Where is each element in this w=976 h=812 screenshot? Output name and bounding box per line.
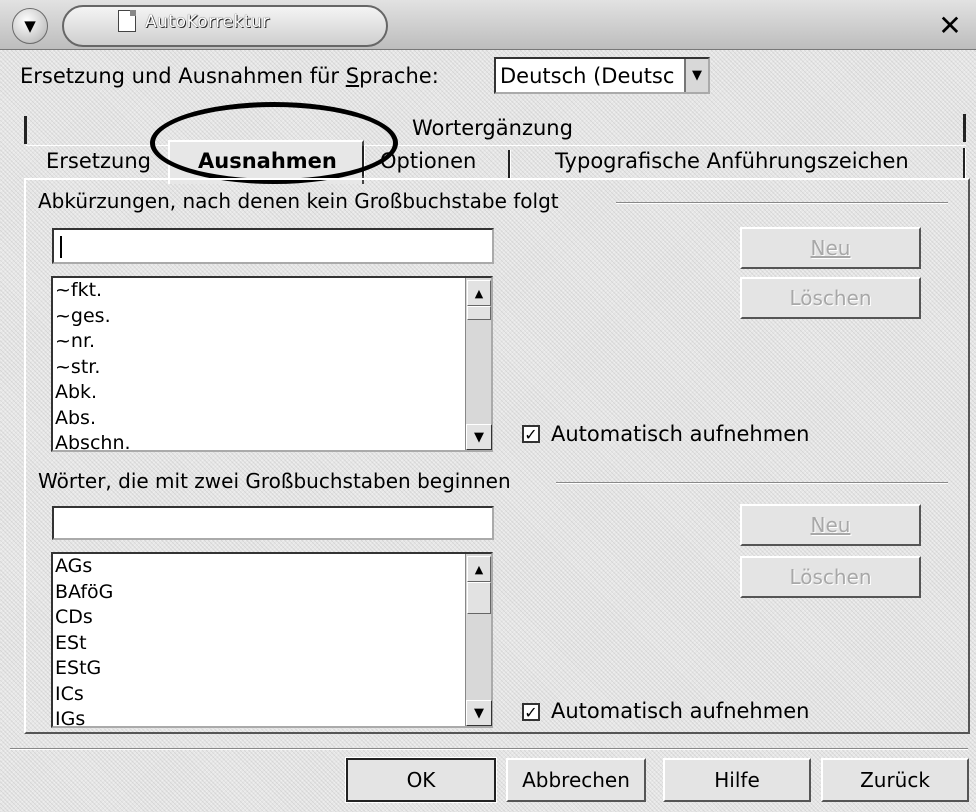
- scroll-thumb[interactable]: [467, 582, 491, 614]
- checkmark-icon: ✓: [524, 703, 538, 722]
- list-item[interactable]: ~ges.: [53, 304, 491, 330]
- scroll-thumb[interactable]: [467, 306, 491, 320]
- chevron-down-icon[interactable]: ▼: [684, 59, 708, 92]
- list-item[interactable]: AGs: [53, 554, 491, 580]
- tab-separator: [963, 148, 966, 178]
- abbreviation-autoinclude-checkbox[interactable]: ✓: [522, 425, 540, 443]
- list-item[interactable]: ~nr.: [53, 329, 491, 355]
- list-item[interactable]: ICs: [53, 682, 491, 708]
- two-caps-group-title: Wörter, die mit zwei Großbuchstaben begi…: [38, 469, 511, 493]
- tab-edge: [963, 114, 966, 142]
- abbreviation-autoinclude-label[interactable]: Automatisch aufnehmen: [551, 422, 809, 446]
- two-caps-autoinclude-checkbox[interactable]: ✓: [522, 703, 540, 721]
- group-divider: [616, 202, 948, 204]
- footer-divider: [10, 748, 968, 750]
- annotation-highlight-ellipse: [150, 102, 398, 184]
- new-label: Neu: [810, 513, 851, 537]
- list-item[interactable]: ESt: [53, 631, 491, 657]
- language-label: Ersetzung und Ausnahmen für Sprache:: [20, 64, 439, 88]
- language-value: Deutsch (Deutsc: [500, 64, 675, 88]
- checkmark-icon: ✓: [524, 425, 538, 444]
- scroll-up-icon[interactable]: ▲: [467, 556, 491, 582]
- menu-down-icon: ▼: [24, 17, 36, 35]
- list-item[interactable]: IGs: [53, 707, 491, 726]
- ok-button[interactable]: OK: [345, 757, 497, 803]
- close-button[interactable]: ✕: [934, 10, 966, 42]
- window-title: AutoKorrektur: [145, 12, 270, 32]
- two-caps-delete-button[interactable]: Löschen: [740, 556, 921, 598]
- two-caps-new-button[interactable]: Neu: [740, 504, 921, 546]
- delete-label: Löschen: [789, 286, 872, 310]
- list-item[interactable]: ~str.: [53, 355, 491, 381]
- list-item[interactable]: BAföG: [53, 580, 491, 606]
- tab-typografische-anfuehrungszeichen[interactable]: Typografische Anführungszeichen: [555, 149, 909, 173]
- help-button[interactable]: Hilfe: [663, 758, 811, 802]
- two-caps-input[interactable]: [52, 506, 494, 540]
- language-select[interactable]: Deutsch (Deutsc ▼: [494, 57, 710, 94]
- two-caps-list[interactable]: AGs BAföG CDs ESt EStG ICs IGs ▲: [51, 552, 493, 728]
- close-icon: ✕: [938, 9, 962, 42]
- abbreviation-delete-button[interactable]: Löschen: [740, 277, 921, 319]
- scroll-up-icon[interactable]: ▲: [467, 280, 491, 306]
- list-item[interactable]: CDs: [53, 605, 491, 631]
- window-menu-button[interactable]: ▼: [12, 8, 48, 44]
- group-divider: [556, 482, 948, 484]
- title-bar: ▼ AutoKorrektur ✕: [0, 0, 976, 50]
- abbreviation-list[interactable]: ~fkt. ~ges. ~nr. ~str. Abk. Abs. Abschn.…: [51, 276, 493, 452]
- scroll-down-icon[interactable]: ▼: [466, 424, 492, 450]
- new-label: Neu: [810, 236, 851, 260]
- back-button[interactable]: Zurück: [821, 758, 969, 802]
- list-item[interactable]: Abschn.: [53, 431, 491, 450]
- ok-label: OK: [406, 768, 436, 792]
- list-item[interactable]: Abs.: [53, 406, 491, 432]
- list-item[interactable]: Abk.: [53, 380, 491, 406]
- delete-label: Löschen: [789, 565, 872, 589]
- cancel-button[interactable]: Abbrechen: [506, 758, 646, 802]
- document-icon: [118, 10, 136, 32]
- help-label: Hilfe: [714, 768, 760, 792]
- list-item[interactable]: EStG: [53, 656, 491, 682]
- abbreviation-new-button[interactable]: Neu: [740, 227, 921, 269]
- text-cursor: [60, 236, 62, 258]
- tab-ersetzung[interactable]: Ersetzung: [46, 149, 151, 173]
- tab-edge: [24, 116, 27, 144]
- tab-wortergaenzung[interactable]: Wortergänzung: [412, 116, 573, 140]
- list-item[interactable]: ~fkt.: [53, 278, 491, 304]
- cancel-label: Abbrechen: [522, 768, 630, 792]
- abbreviations-group-title: Abkürzungen, nach denen kein Großbuchsta…: [38, 189, 559, 213]
- back-label: Zurück: [860, 768, 930, 792]
- scroll-down-icon[interactable]: ▼: [466, 700, 492, 726]
- tab-separator: [508, 150, 511, 180]
- two-caps-autoinclude-label[interactable]: Automatisch aufnehmen: [551, 699, 809, 723]
- abbreviation-input[interactable]: [52, 228, 494, 264]
